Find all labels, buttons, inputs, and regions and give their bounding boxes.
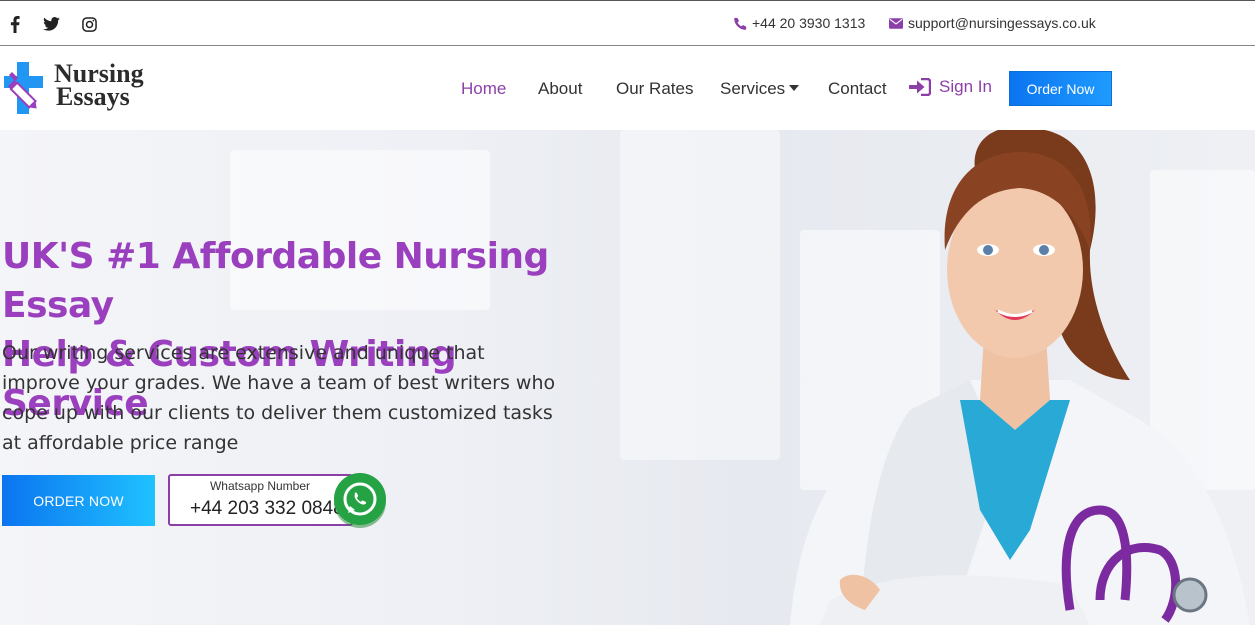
whatsapp-label: Whatsapp Number xyxy=(209,479,311,493)
hero-title-line-1: UK'S #1 Affordable Nursing Essay xyxy=(2,236,549,326)
logo-wordmark: Nursing Essays xyxy=(54,61,144,111)
twitter-icon[interactable] xyxy=(42,14,60,34)
nav-contact[interactable]: Contact xyxy=(828,79,887,99)
phone-contact[interactable]: +44 20 3930 1313 xyxy=(734,15,865,31)
email-address: support@nursingessays.co.uk xyxy=(908,15,1096,31)
whatsapp-number-box[interactable]: Whatsapp Number +44 203 332 0848 xyxy=(168,474,353,526)
nav-home[interactable]: Home xyxy=(461,79,506,99)
nav-about[interactable]: About xyxy=(538,79,582,99)
top-bar: +44 20 3930 1313 support@nursingessays.c… xyxy=(0,0,1255,46)
nurse-photo xyxy=(790,130,1250,625)
nav-our-rates[interactable]: Our Rates xyxy=(616,79,693,99)
nav-services[interactable]: Services xyxy=(720,79,800,99)
chevron-down-icon xyxy=(789,85,800,91)
logo-cross-pencil-icon xyxy=(4,62,43,114)
nav-services-label: Services xyxy=(720,79,786,98)
background-cabinet xyxy=(620,130,780,460)
hero-order-now-button[interactable]: ORDER NOW xyxy=(2,475,155,526)
phone-number: +44 20 3930 1313 xyxy=(752,15,866,31)
order-now-button[interactable]: Order Now xyxy=(1009,71,1112,106)
main-navbar: Nursing Essays Home About Our Rates Serv… xyxy=(0,46,1255,130)
email-contact[interactable]: support@nursingessays.co.uk xyxy=(889,15,1096,31)
hero-description: Our writing services are extensive and u… xyxy=(2,342,556,454)
phone-icon xyxy=(734,17,747,30)
sign-in-icon xyxy=(909,78,931,96)
hero-section: UK'S #1 Affordable Nursing Essay Help & … xyxy=(0,130,1255,625)
site-logo[interactable]: Nursing Essays xyxy=(2,60,172,116)
envelope-icon xyxy=(889,17,903,29)
whatsapp-icon[interactable] xyxy=(331,471,389,529)
instagram-icon[interactable] xyxy=(81,14,97,34)
sign-in-link[interactable]: Sign In xyxy=(909,77,992,97)
sign-in-label: Sign In xyxy=(939,77,992,96)
facebook-icon[interactable] xyxy=(8,14,22,34)
whatsapp-number: +44 203 332 0848 xyxy=(190,498,344,519)
logo-line-2: Essays xyxy=(56,82,130,111)
